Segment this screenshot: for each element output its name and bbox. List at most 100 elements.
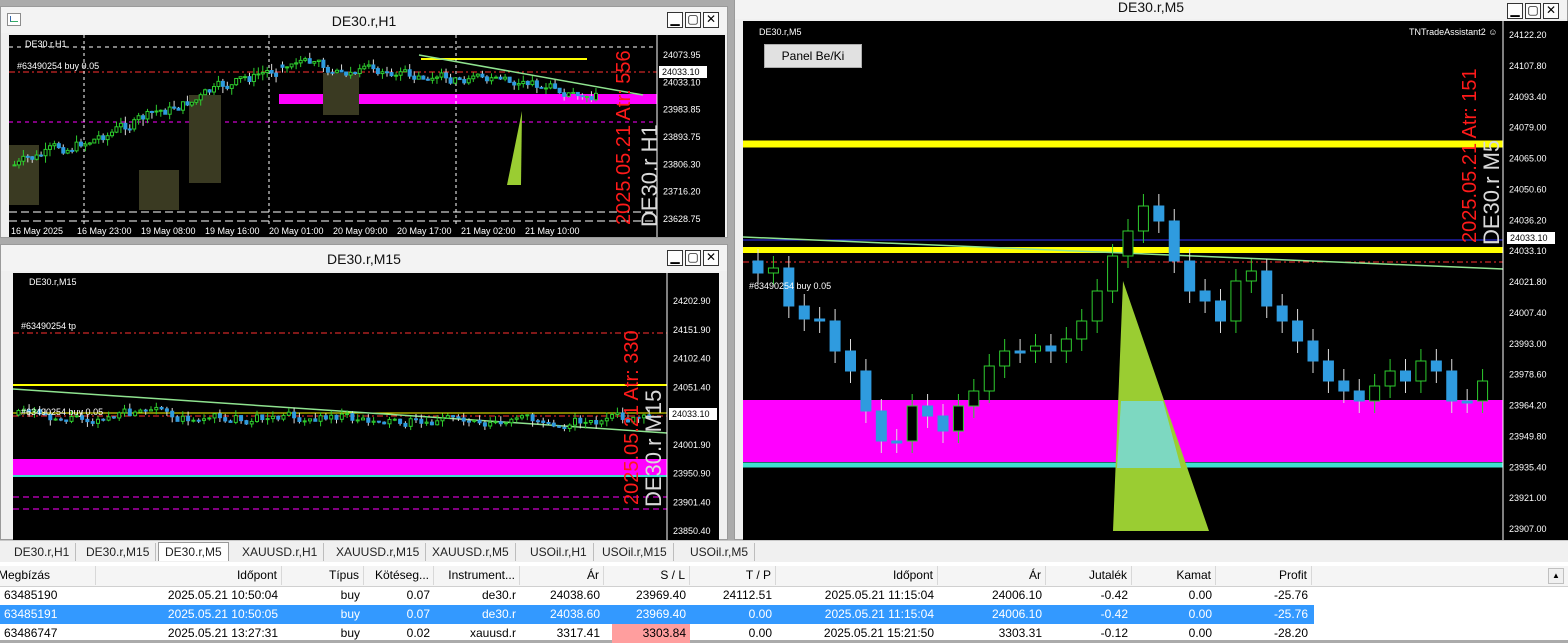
candle-body	[594, 420, 599, 425]
candle-body	[307, 58, 312, 64]
column-header[interactable]: Kötéseg...	[366, 566, 434, 585]
candle-body	[1322, 360, 1334, 382]
title-bar[interactable]: DE30.r,M5 ▁ ▢ ✕	[735, 0, 1567, 19]
candle-body	[430, 77, 435, 81]
price-tick-label: 24036.20	[1509, 215, 1547, 225]
candle-body	[223, 417, 228, 422]
column-header[interactable]: Profit	[1218, 566, 1312, 585]
table-cell: 0.00	[1188, 626, 1212, 640]
tab-xauusd-r-m15[interactable]: XAUUSD.r,M15	[330, 543, 427, 561]
price-tick-label: 23921.00	[1509, 493, 1547, 503]
candle-body	[247, 76, 252, 83]
table-cell: 0.00	[748, 607, 772, 621]
close-button[interactable]: ✕	[1543, 3, 1559, 19]
candle-body	[498, 76, 503, 80]
candle-body	[467, 420, 471, 423]
candle-body	[203, 89, 208, 96]
candle-body	[875, 410, 887, 442]
candle-body	[133, 411, 138, 417]
close-button[interactable]: ✕	[703, 12, 719, 28]
candle-body	[191, 419, 196, 422]
price-tick-label: 24021.80	[1509, 277, 1547, 287]
order-label: #63490254 buy 0.05	[21, 407, 104, 417]
tab-de30-r-m5[interactable]: DE30.r,M5	[158, 542, 229, 561]
candle-body	[999, 350, 1011, 367]
column-header[interactable]: Instrument...	[436, 566, 520, 585]
minimize-button[interactable]: ▁	[667, 12, 683, 28]
chart-name-overlay: DE30.r M5	[1479, 139, 1504, 245]
candle-body	[1230, 280, 1242, 322]
candle-body	[105, 135, 110, 141]
column-header[interactable]: Időpont	[96, 566, 282, 585]
column-header[interactable]: T / P	[692, 566, 776, 585]
minimize-button[interactable]: ▁	[667, 250, 683, 266]
close-button[interactable]: ✕	[703, 250, 719, 266]
table-cell: 24112.51	[722, 588, 772, 602]
time-tick-label: 19 May 16:00	[205, 226, 260, 236]
chart-window-m5[interactable]: DE30.r,M5 ▁ ▢ ✕ 24122.20 24107.80 24093.40…	[734, 0, 1568, 541]
candle-body	[434, 76, 439, 79]
price-tick-label: 24122.20	[1509, 30, 1547, 40]
tab-de30-r-m15[interactable]: DE30.r,M15	[80, 543, 157, 561]
restore-button[interactable]: ▢	[685, 12, 701, 28]
tab-xauusd-r-m5[interactable]: XAUUSD.r,M5	[426, 543, 516, 561]
candle-body	[64, 419, 69, 422]
tab-usoil-r-h1[interactable]: USOil.r,H1	[524, 543, 594, 561]
candle-body	[47, 145, 52, 150]
column-header[interactable]: Kamat	[1134, 566, 1216, 585]
column-header[interactable]: Típus	[284, 566, 364, 585]
price-tick-label: 23978.60	[1509, 370, 1547, 380]
price-chart[interactable]: 24073.95 24033.10 23983.85 23893.75 23806.30…	[9, 35, 725, 237]
minimize-button[interactable]: ▁	[1507, 3, 1523, 19]
tab-usoil-r-m15[interactable]: USOil.r,M15	[596, 543, 674, 561]
symbol-label: DE30.r,M15	[29, 277, 77, 287]
candle-body	[141, 115, 146, 120]
table-cell: 24038.60	[549, 588, 600, 602]
candle-body	[580, 95, 585, 98]
candle-body	[164, 408, 169, 412]
table-cell: 0.00	[748, 626, 772, 640]
price-chart[interactable]: 24122.20 24107.80 24093.40 24079.00 24065.00…	[743, 21, 1568, 541]
assistant-label: TNTradeAssistant2 ☺	[1409, 27, 1498, 37]
candle-body	[525, 414, 530, 417]
title-bar[interactable]: DE30.r,H1 ▁ ▢ ✕	[1, 7, 727, 33]
tab-de30-r-h1[interactable]: DE30.r,H1	[8, 543, 77, 561]
candle-body	[256, 73, 261, 76]
candle-body	[202, 418, 206, 421]
column-header[interactable]: Megbízás	[0, 566, 96, 585]
candle-body	[244, 420, 249, 425]
tab-usoil-r-m5[interactable]: USOil.r,M5	[684, 543, 756, 561]
column-header[interactable]: Időpont	[778, 566, 938, 585]
table-cell: 63485190	[4, 588, 58, 602]
candle-body	[289, 63, 294, 68]
column-header[interactable]: Ár	[522, 566, 604, 585]
candle-body	[170, 410, 175, 418]
table-row[interactable]: 63485191 2025.05.21 10:50:05 buy 0.07 de30.r…	[0, 605, 1314, 624]
chart-window-m15[interactable]: DE30.r,M15 ▁ ▢ ✕ 24202.90 24151.90 24102.4…	[0, 244, 728, 541]
candle-body	[313, 418, 318, 422]
panel-toggle-button[interactable]: Panel Be/Ki	[764, 44, 862, 68]
price-chart[interactable]: 24202.90 24151.90 24102.40 24051.40 24033.10…	[13, 273, 719, 541]
restore-button[interactable]: ▢	[1525, 3, 1541, 19]
column-header[interactable]: S / L	[606, 566, 690, 585]
time-tick-label: 16 May 2025	[11, 226, 63, 236]
column-header[interactable]: Ár	[938, 566, 1046, 585]
candle-body	[860, 370, 872, 412]
candle-body	[599, 420, 604, 425]
chart-window-h1[interactable]: DE30.r,H1 ▁ ▢ ✕ 24073.95 24033.10 23983.85…	[0, 6, 728, 238]
table-cell: -25.76	[1273, 588, 1308, 602]
candle-body	[1353, 390, 1365, 402]
tab-xauusd-r-h1[interactable]: XAUUSD.r,H1	[236, 543, 325, 561]
price-tick-label: 24107.80	[1509, 61, 1547, 71]
candle-body	[520, 415, 524, 419]
title-bar[interactable]: DE30.r,M15 ▁ ▢ ✕	[1, 245, 727, 271]
table-row[interactable]: 63485190 2025.05.21 10:50:04 buy 0.07 de30.r…	[0, 586, 1314, 605]
table-cell: 24038.60	[549, 607, 600, 621]
candle-body	[217, 413, 222, 419]
scrollbar-arrow-icon[interactable]: ▲	[1548, 568, 1564, 584]
restore-button[interactable]: ▢	[685, 250, 701, 266]
candle-body	[530, 80, 535, 86]
column-header[interactable]: Jutalék	[1048, 566, 1132, 585]
table-row[interactable]: 63486747 2025.05.21 13:27:31 buy 0.02 xauusd…	[0, 624, 1314, 643]
candle-body	[101, 418, 106, 421]
